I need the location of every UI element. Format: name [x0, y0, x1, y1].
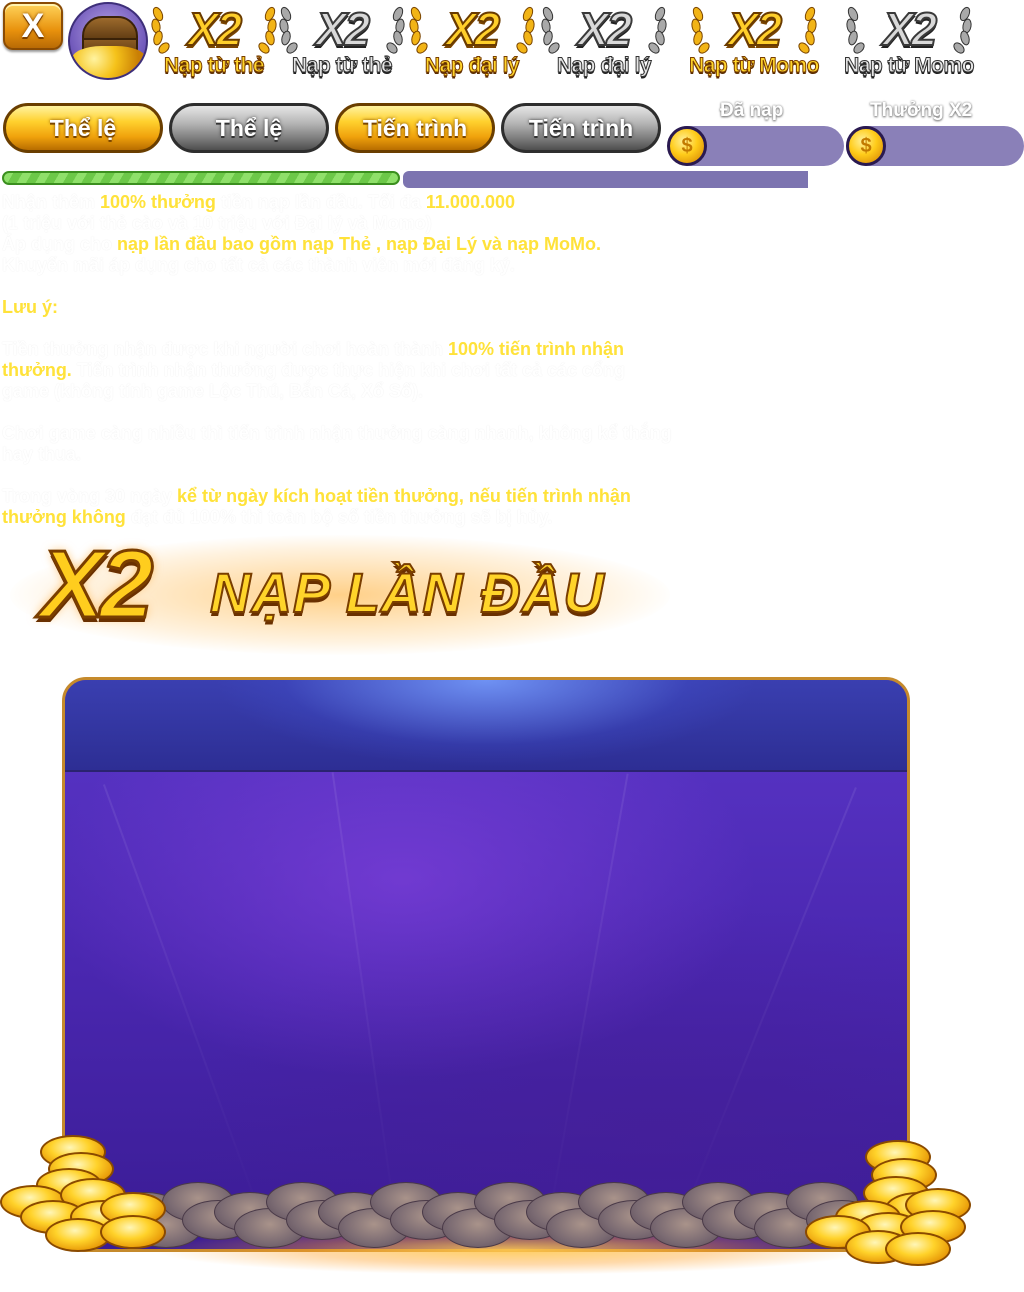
rules-text: Nhận thêm 100% thưởng tiền nạp lần đầu. … [2, 192, 674, 528]
tier-multiplier: X2 [445, 2, 501, 56]
tier-multiplier: X2 [882, 2, 938, 56]
tier-caption: Nạp đại lý [556, 54, 652, 78]
tier-multiplier: X2 [187, 2, 243, 56]
tab-label: Tiến trình [362, 114, 468, 141]
tier-badge[interactable]: X2 Nạp từ thẻ [150, 0, 278, 90]
coin-icon: $ [846, 126, 886, 166]
coin-pile-icon [110, 1170, 878, 1250]
deposited-label: Đã nạp [720, 100, 784, 121]
bonus-label: Thưởng X2 [870, 100, 973, 121]
tier-multiplier: X2 [577, 2, 633, 56]
tier-badge[interactable]: X2 Nạp từ thẻ [278, 0, 406, 90]
tier-badge[interactable]: X2 Nạp từ Momo [689, 0, 820, 90]
tier-caption: Nạp từ thẻ [163, 54, 265, 78]
rules-line: Khuyến mãi áp dụng cho tất cả các thành … [2, 255, 515, 275]
gold-coins-icon [805, 1140, 975, 1266]
tab-progress-active[interactable]: Tiến trình [335, 103, 495, 153]
rules-paragraph: Chơi game càng nhiều thì tiến trình nhận… [2, 423, 672, 464]
tier-badge[interactable]: X2 Nạp đại lý [540, 0, 668, 90]
rules-line: Áp dụng cho nạp lần đầu bao gồm nạp Thẻ … [2, 234, 602, 254]
banner-multiplier: X2 [38, 530, 154, 640]
rules-line: (1 triệu với thẻ cào và 10 triệu với Đại… [2, 213, 432, 233]
treasure-chest-icon [68, 2, 148, 80]
note-label: Lưu ý: [2, 297, 59, 317]
tier-caption: Nạp từ thẻ [291, 54, 393, 78]
panel-header [65, 680, 907, 772]
tab-rules[interactable]: Thể lệ [169, 103, 329, 153]
banner-title: NẠP LẦN ĐẦU [209, 560, 605, 625]
progress-fill [2, 171, 400, 185]
close-button[interactable]: X [3, 2, 63, 50]
content-panel [62, 677, 910, 1252]
coin-icon: $ [667, 126, 707, 166]
tab-progress[interactable]: Tiến trình [501, 103, 661, 153]
tab-label: Thể lệ [49, 114, 117, 141]
progress-track [403, 171, 808, 188]
tab-label: Thể lệ [215, 114, 283, 141]
tier-caption: Nạp từ Momo [689, 54, 820, 78]
tier-caption: Nạp từ Momo [844, 54, 975, 78]
tab-rules-active[interactable]: Thể lệ [3, 103, 163, 153]
tab-label: Tiến trình [528, 114, 634, 141]
tier-multiplier: X2 [315, 2, 371, 56]
close-icon: X [21, 6, 45, 45]
rules-line: Nhận thêm 100% thưởng tiền nạp lần đầu. … [2, 192, 515, 212]
rules-paragraph: Tiền thưởng nhận được khi người chơi hoà… [2, 339, 626, 401]
tier-caption: Nạp đại lý [424, 54, 520, 78]
gold-coins-icon [0, 1130, 180, 1255]
tier-multiplier: X2 [727, 2, 783, 56]
tier-badge[interactable]: X2 Nạp từ Momo [844, 0, 975, 90]
rules-paragraph: Trong vòng 30 ngày kể từ ngày kích hoạt … [2, 486, 631, 527]
tier-badge[interactable]: X2 Nạp đại lý [408, 0, 536, 90]
